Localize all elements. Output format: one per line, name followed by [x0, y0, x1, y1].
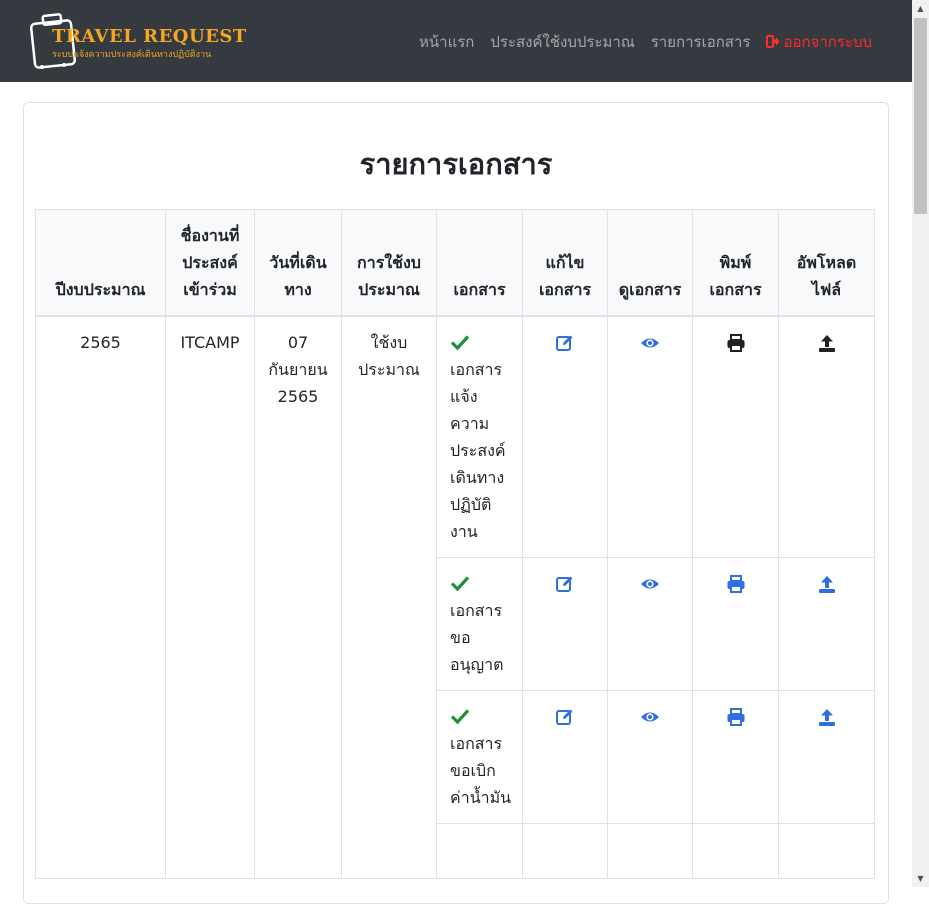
cell-date: 07 กันยายน 2565 [254, 315, 342, 879]
cell-view [607, 315, 693, 558]
nav-links: หน้าแรก ประสงค์ใช้งบประมาณ รายการเอกสาร … [419, 30, 872, 54]
col-header-edit: แก้ไขเอกสาร [522, 209, 608, 317]
print-icon[interactable] [726, 574, 746, 594]
cell-upload [778, 315, 875, 558]
table-row: 2565 ITCAMP 07 กันยายน 2565 ใช้งบประมาณ … [35, 315, 875, 879]
document-name: เอกสารขอเบิกค่าน้ำมัน [450, 734, 512, 807]
print-icon[interactable] [726, 707, 746, 727]
cell-upload [778, 690, 875, 824]
edit-icon[interactable] [555, 333, 575, 353]
check-icon [450, 576, 470, 592]
cell-print [692, 315, 779, 558]
cell-edit [522, 690, 608, 824]
cell-document [436, 823, 523, 879]
eye-icon[interactable] [640, 333, 660, 353]
scrollbar[interactable]: ▲ ▼ [912, 0, 929, 887]
edit-icon[interactable] [555, 707, 575, 727]
scroll-down-icon[interactable]: ▼ [912, 870, 929, 887]
col-header-year: ปีงบประมาณ [35, 209, 166, 317]
cell-event: ITCAMP [165, 315, 255, 879]
cell-year: 2565 [35, 315, 166, 879]
col-header-document: เอกสาร [436, 209, 523, 317]
col-header-upload: อัพโหลดไฟล์ [778, 209, 875, 317]
cell-document: เอกสารขออนุญาต [436, 557, 523, 691]
col-header-date: วันที่เดินทาง [254, 209, 342, 317]
nav-budget-request[interactable]: ประสงค์ใช้งบประมาณ [490, 30, 634, 54]
cell-document: เอกสารแจ้งความประสงค์เดินทางปฏิบัติงาน [436, 315, 523, 558]
cell-budget: ใช้งบประมาณ [341, 315, 437, 879]
cell-edit [522, 315, 608, 558]
sign-out-icon [766, 35, 780, 48]
cell-document: เอกสารขอเบิกค่าน้ำมัน [436, 690, 523, 824]
brand-subtitle: ระบบแจ้งความประสงค์เดินทางปฏิบัติงาน [52, 50, 212, 60]
cell-edit [522, 557, 608, 691]
eye-icon[interactable] [640, 574, 660, 594]
documents-table: ปีงบประมาณ ชื่องานที่ประสงค์เข้าร่วม วัน… [35, 209, 875, 879]
upload-icon[interactable] [817, 333, 837, 353]
cell-view [607, 823, 693, 879]
documents-card: รายการเอกสาร ปีงบประมาณ ชื่องานที่ประสงค… [23, 102, 889, 904]
nav-logout[interactable]: ออกจากระบบ [766, 30, 872, 54]
upload-icon[interactable] [817, 574, 837, 594]
col-header-budget: การใช้งบประมาณ [341, 209, 437, 317]
brand-title: TRAVEL REQUEST [52, 26, 247, 47]
check-icon [450, 335, 470, 351]
check-icon [450, 709, 470, 725]
upload-icon[interactable] [817, 707, 837, 727]
cell-view [607, 690, 693, 824]
cell-view [607, 557, 693, 691]
eye-icon[interactable] [640, 707, 660, 727]
col-header-print: พิมพ์เอกสาร [692, 209, 779, 317]
nav-home[interactable]: หน้าแรก [419, 30, 474, 54]
scroll-up-icon[interactable]: ▲ [912, 0, 929, 17]
document-name: เอกสารแจ้งความประสงค์เดินทางปฏิบัติงาน [450, 360, 506, 541]
brand-logo[interactable]: TRAVEL REQUEST ระบบแจ้งความประสงค์เดินทา… [30, 12, 246, 70]
cell-print [692, 690, 779, 824]
nav-documents[interactable]: รายการเอกสาร [651, 30, 751, 54]
cell-print [692, 557, 779, 691]
cell-upload [778, 823, 875, 879]
scrollbar-thumb[interactable] [914, 18, 927, 214]
print-icon[interactable] [726, 333, 746, 353]
cell-edit [522, 823, 608, 879]
cell-print [692, 823, 779, 879]
col-header-view: ดูเอกสาร [607, 209, 693, 317]
cell-upload [778, 557, 875, 691]
col-header-event: ชื่องานที่ประสงค์เข้าร่วม [165, 209, 255, 317]
document-name: เอกสารขออนุญาต [450, 601, 504, 674]
page-title: รายการเอกสาร [359, 147, 553, 181]
edit-icon[interactable] [555, 574, 575, 594]
table-header-row: ปีงบประมาณ ชื่องานที่ประสงค์เข้าร่วม วัน… [35, 209, 875, 317]
navbar: TRAVEL REQUEST ระบบแจ้งความประสงค์เดินทา… [0, 0, 912, 82]
logout-label: ออกจากระบบ [783, 33, 872, 51]
